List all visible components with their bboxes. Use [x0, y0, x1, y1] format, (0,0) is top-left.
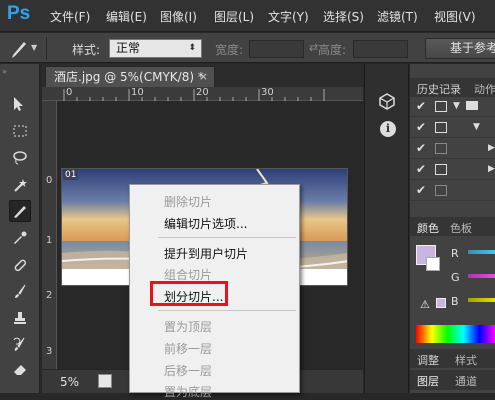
ruler-label: 0 [66, 87, 73, 98]
marquee-tool-icon[interactable] [9, 120, 31, 142]
move-tool-icon[interactable] [9, 93, 31, 115]
channel-g-label: G [451, 271, 460, 284]
menu-view[interactable]: 视图(V) [434, 8, 476, 25]
ruler-label: 10 [131, 87, 144, 98]
toggle-dialog-icon[interactable] [435, 122, 447, 133]
tab-adjustments[interactable]: 调整 [417, 352, 439, 368]
swap-icon[interactable]: ⇄ [309, 41, 318, 54]
lasso-tool-icon[interactable] [9, 147, 31, 169]
ruler-label: 1 [46, 235, 53, 246]
height-field[interactable] [353, 40, 408, 58]
menu-filter[interactable]: 滤镜(T) [377, 8, 418, 25]
channel-b-label: B [451, 295, 459, 308]
ruler-label: 30 [261, 87, 274, 98]
clone-stamp-tool-icon[interactable] [9, 307, 31, 329]
ruler-horizontal: 0 10 20 30 [42, 87, 363, 101]
style-label: 样式: [72, 43, 101, 57]
blue-slider[interactable] [468, 298, 495, 302]
toggle-dialog-icon[interactable] [435, 143, 447, 154]
3d-cube-icon[interactable] [377, 92, 397, 110]
tab-history[interactable]: 历史记录 [417, 81, 461, 97]
brush-tool-icon[interactable] [9, 280, 31, 302]
slice-number-badge: 01 [63, 170, 79, 180]
menu-edit[interactable]: 编辑(E) [106, 8, 147, 25]
menu-item-edit-slice-options[interactable]: 编辑切片选项... [164, 215, 247, 232]
tab-styles[interactable]: 样式 [455, 352, 477, 368]
tool-preset-chevron-icon[interactable]: ▼ [31, 43, 37, 52]
menu-item-delete-slice[interactable]: 删除切片 [164, 193, 212, 210]
style-select[interactable]: 正常 ⬍ [109, 39, 202, 58]
panel-dock-icons [364, 64, 409, 393]
healing-brush-tool-icon[interactable] [9, 254, 31, 276]
menu-separator [158, 310, 296, 311]
color-spectrum[interactable] [416, 325, 495, 343]
menu-item-bring-to-front[interactable]: 置为顶层 [164, 318, 212, 335]
expand-triangle-icon[interactable]: ▼ [453, 101, 460, 111]
document-tab[interactable]: 酒店.jpg @ 5%(CMYK/8) * × [45, 66, 215, 87]
check-icon[interactable]: ✔ [416, 120, 426, 134]
tab-color[interactable]: 颜色 [417, 220, 439, 236]
menu-item-bring-forward[interactable]: 前移一层 [164, 340, 212, 357]
photoshop-logo: Ps [7, 3, 31, 24]
ruler-label: 2 [46, 290, 53, 301]
magic-wand-tool-icon[interactable] [9, 174, 31, 196]
menu-item-promote-to-user-slice[interactable]: 提升到用户切片 [164, 245, 248, 262]
tab-channels[interactable]: 通道 [455, 373, 477, 389]
check-icon[interactable]: ✔ [416, 162, 426, 176]
divider [46, 37, 47, 60]
toggle-dialog-icon[interactable] [435, 164, 447, 175]
collapse-triangle-icon[interactable]: ▶ [488, 143, 495, 153]
menu-item-send-to-back[interactable]: 置为底层 [164, 383, 212, 400]
ruler-label: 0 [46, 175, 53, 186]
eraser-tool-icon[interactable] [9, 358, 31, 380]
history-brush-tool-icon[interactable] [9, 333, 31, 355]
width-field[interactable] [249, 40, 304, 58]
ruler-label: 20 [196, 87, 209, 98]
check-icon[interactable]: ✔ [416, 183, 426, 197]
close-icon[interactable]: × [199, 67, 208, 87]
slices-from-guides-button[interactable]: 基于参考 [425, 38, 495, 59]
panel-collapse-icon[interactable]: » [2, 67, 7, 76]
highlight-box [150, 281, 228, 306]
collapse-triangle-icon[interactable]: ▶ [488, 164, 495, 174]
width-label: 宽度: [215, 43, 244, 57]
warning-icon[interactable]: ⚠ [420, 298, 430, 311]
background-color-swatch[interactable] [426, 257, 440, 271]
green-slider[interactable] [468, 274, 495, 278]
document-tab-title: 酒店.jpg @ 5%(CMYK/8) * [54, 70, 204, 84]
menu-file[interactable]: 文件(F) [50, 8, 90, 25]
eyedropper-tool-icon[interactable] [9, 227, 31, 249]
zoom-level[interactable]: 5% [60, 375, 79, 389]
red-slider[interactable] [468, 250, 495, 254]
check-icon[interactable]: ✔ [416, 141, 426, 155]
menu-layer[interactable]: 图层(L) [214, 8, 254, 25]
expand-triangle-icon[interactable]: ▼ [473, 122, 480, 132]
folder-icon [466, 101, 478, 110]
height-label: 高度: [318, 43, 347, 57]
menu-separator [158, 237, 296, 238]
document-info-icon[interactable] [98, 374, 112, 388]
menu-item-send-backward[interactable]: 后移一层 [164, 362, 212, 379]
style-value: 正常 [116, 41, 141, 55]
toggle-dialog-icon[interactable] [435, 185, 447, 196]
toggle-dialog-icon[interactable] [435, 101, 447, 112]
tab-actions[interactable]: 动作 [474, 81, 495, 97]
gamut-color-swatch[interactable] [436, 298, 446, 308]
menu-select[interactable]: 选择(S) [323, 8, 364, 25]
slice-select-tool-icon[interactable] [10, 37, 28, 59]
tab-layers[interactable]: 图层 [417, 373, 439, 389]
select-arrows-icon: ⬍ [188, 43, 196, 53]
menu-image[interactable]: 图像(I) [160, 8, 197, 25]
channel-r-label: R [451, 247, 459, 260]
menu-type[interactable]: 文字(Y) [268, 8, 309, 25]
ruler-vertical: 0 1 2 3 [42, 101, 57, 369]
slice-tool-icon[interactable] [9, 200, 31, 222]
tab-swatches[interactable]: 色板 [450, 220, 472, 236]
info-icon[interactable]: i [380, 121, 396, 137]
ruler-label: 3 [46, 346, 53, 357]
check-icon[interactable]: ✔ [416, 99, 426, 113]
